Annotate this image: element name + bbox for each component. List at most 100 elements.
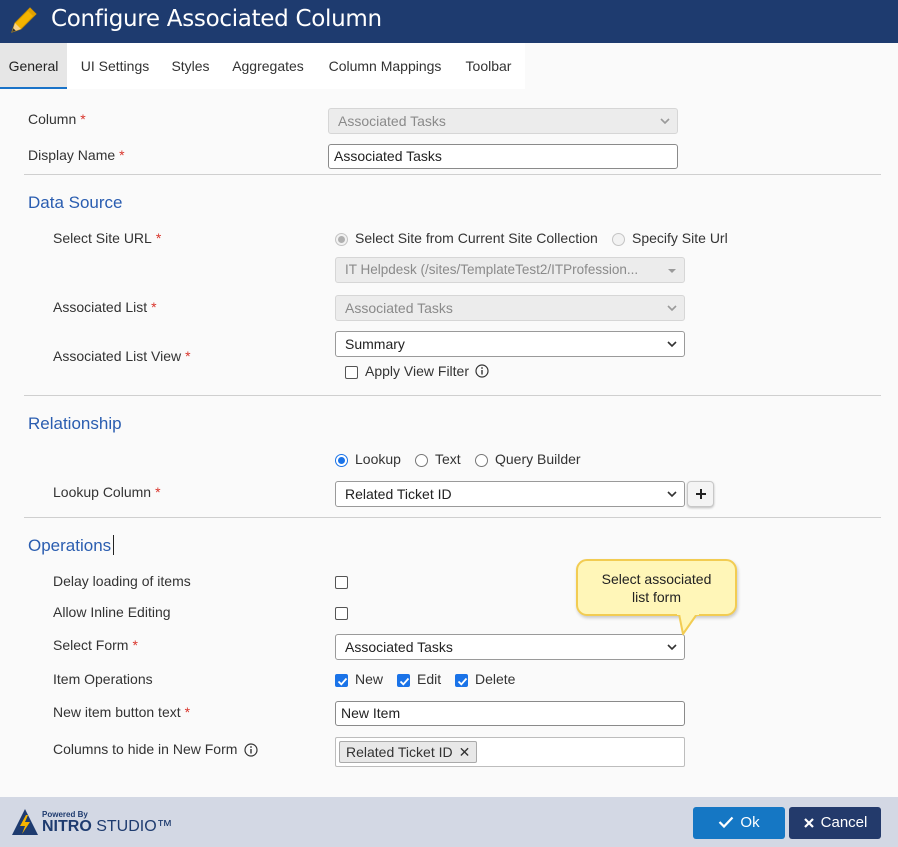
pencil-icon [11, 7, 37, 33]
cancel-button[interactable]: Cancel [789, 807, 881, 839]
site-select-value: IT Helpdesk (/sites/TemplateTest2/ITProf… [345, 262, 639, 277]
op-delete-checkbox[interactable] [455, 674, 468, 687]
radio-query-builder-label: Query Builder [495, 451, 581, 467]
close-icon [803, 818, 814, 828]
op-new-label: New [355, 671, 384, 687]
lookup-column-label: Lookup Column * [53, 484, 161, 500]
select-form-label: Select Form * [53, 637, 138, 653]
section-relationship: Relationship [28, 414, 122, 433]
required-marker: * [151, 299, 157, 315]
divider [24, 517, 881, 518]
section-operations: Operations [28, 536, 112, 555]
required-marker: * [80, 111, 86, 127]
op-delete-label: Delete [475, 671, 516, 687]
list-view-label: Associated List View * [53, 348, 191, 364]
required-marker: * [155, 484, 161, 500]
tab-aggregates[interactable]: Aggregates [218, 43, 318, 89]
chevron-down-icon [667, 305, 677, 312]
lookup-column-value: Related Ticket ID [345, 486, 452, 502]
tab-bar: General UI Settings Styles Aggregates Co… [0, 43, 525, 89]
tab-general[interactable]: General [0, 43, 67, 89]
add-lookup-button[interactable] [687, 481, 714, 507]
radio-query-builder[interactable] [475, 454, 488, 467]
plus-icon [696, 489, 706, 499]
chevron-down-icon [660, 118, 670, 125]
site-url-label: Select Site URL * [53, 230, 162, 246]
apply-view-filter-label: Apply View Filter [365, 363, 470, 379]
site-select[interactable]: IT Helpdesk (/sites/TemplateTest2/ITProf… [335, 257, 685, 283]
radio-current-site-label: Select Site from Current Site Collection [355, 230, 598, 246]
nitro-logo-icon [12, 809, 38, 835]
delay-loading-label: Delay loading of items [53, 573, 191, 589]
divider [24, 395, 881, 396]
required-marker: * [155, 230, 162, 246]
radio-text-label: Text [435, 451, 461, 467]
tooltip-line-1: Select associated [601, 571, 712, 587]
associated-list-select[interactable]: Associated Tasks [335, 295, 685, 321]
apply-view-filter-checkbox[interactable] [345, 366, 358, 379]
tab-ui-settings[interactable]: UI Settings [67, 43, 163, 89]
required-marker: * [184, 704, 191, 720]
required-marker: * [119, 147, 125, 163]
ok-label: Ok [740, 814, 760, 831]
op-edit-label: Edit [417, 671, 442, 687]
tab-styles[interactable]: Styles [163, 43, 218, 89]
tag-chip: Related Ticket ID ✕ [339, 741, 478, 763]
check-icon [719, 816, 734, 829]
callout-pointer [677, 612, 699, 635]
ok-button[interactable]: Ok [693, 807, 785, 839]
chevron-down-icon [667, 491, 677, 498]
tab-toolbar[interactable]: Toolbar [452, 43, 525, 89]
radio-current-site[interactable] [335, 233, 348, 246]
inline-editing-checkbox[interactable] [335, 607, 348, 620]
required-marker: * [132, 637, 138, 653]
radio-text[interactable] [415, 454, 428, 467]
tab-column-mappings[interactable]: Column Mappings [318, 43, 452, 89]
remove-tag-icon[interactable]: ✕ [459, 744, 471, 760]
section-data-source: Data Source [28, 193, 123, 212]
dialog-title: Configure Associated Column [51, 6, 382, 32]
display-name-input[interactable]: Associated Tasks [328, 144, 678, 169]
select-form-value: Associated Tasks [345, 639, 453, 655]
op-edit-checkbox[interactable] [397, 674, 410, 687]
radio-specify-url-label: Specify Site Url [632, 230, 728, 246]
cancel-label: Cancel [820, 814, 868, 831]
hide-columns-tag-input[interactable]: Related Ticket ID ✕ [335, 737, 685, 767]
column-select-value: Associated Tasks [338, 113, 446, 129]
required-marker: * [185, 348, 191, 364]
radio-lookup-label: Lookup [355, 451, 401, 467]
chevron-down-icon [667, 341, 677, 348]
inline-editing-label: Allow Inline Editing [53, 604, 171, 620]
associated-list-value: Associated Tasks [345, 300, 453, 316]
display-name-label: Display Name * [28, 147, 125, 163]
column-label: Column * [28, 111, 86, 127]
brand-bold: NITRO [42, 818, 92, 835]
callout-tooltip: Select associated list form [576, 559, 737, 616]
brand-rest: STUDIO™ [96, 818, 173, 835]
dialog-title-bar: Configure Associated Column [0, 0, 898, 43]
tooltip-line-2: list form [632, 589, 681, 605]
check-icon [399, 677, 410, 686]
info-icon[interactable] [244, 743, 258, 757]
caret-down-icon [668, 269, 676, 273]
radio-lookup[interactable] [335, 454, 348, 467]
column-select[interactable]: Associated Tasks [328, 108, 678, 134]
chevron-down-icon [667, 644, 677, 651]
check-icon [457, 677, 468, 686]
list-view-value: Summary [345, 336, 405, 352]
select-form-select[interactable]: Associated Tasks [335, 634, 685, 660]
associated-list-label: Associated List * [53, 299, 157, 315]
new-button-text-input[interactable]: New Item [335, 701, 685, 726]
delay-loading-checkbox[interactable] [335, 576, 348, 589]
text-cursor [113, 535, 114, 555]
list-view-select[interactable]: Summary [335, 331, 685, 357]
item-operations-label: Item Operations [53, 671, 153, 687]
lookup-column-select[interactable]: Related Ticket ID [335, 481, 685, 507]
divider [24, 174, 881, 175]
op-new-checkbox[interactable] [335, 674, 348, 687]
hide-columns-label: Columns to hide in New Form [53, 741, 238, 757]
tag-label: Related Ticket ID [346, 744, 453, 760]
radio-specify-url[interactable] [612, 233, 625, 246]
info-icon[interactable] [475, 364, 489, 378]
check-icon [337, 677, 348, 686]
